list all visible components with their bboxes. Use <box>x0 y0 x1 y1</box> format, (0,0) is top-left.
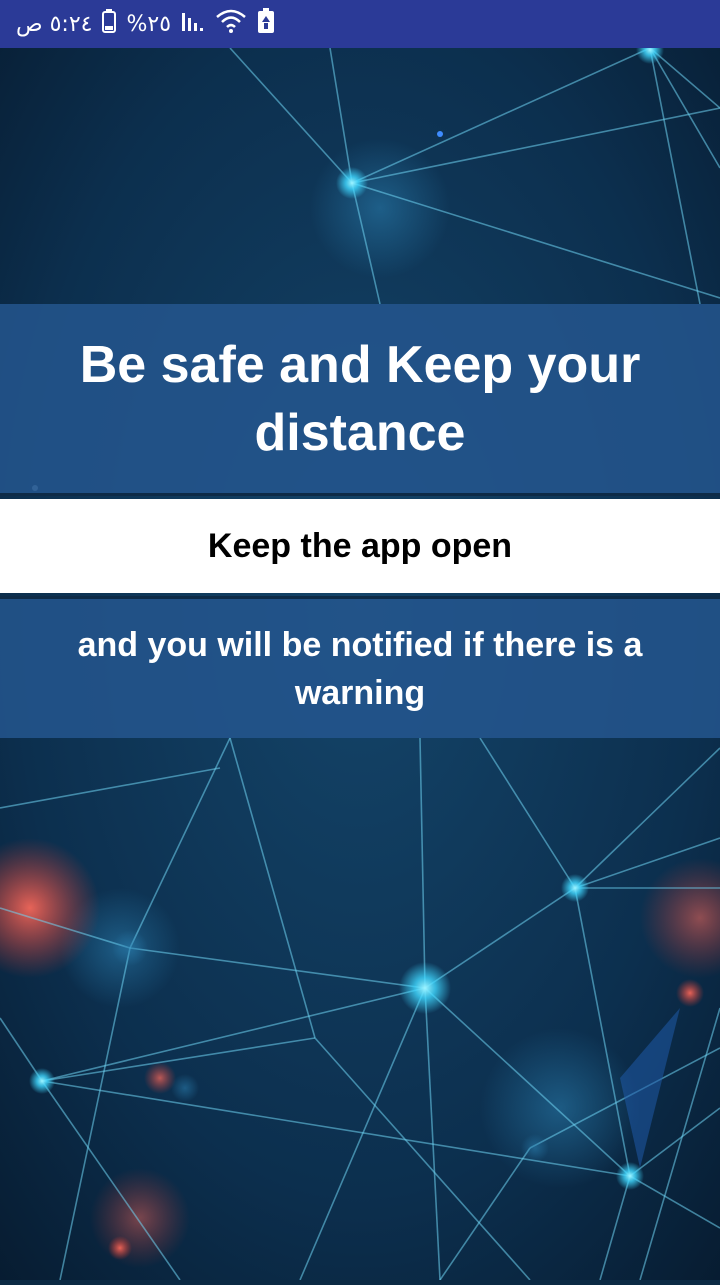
instruction-banner: Keep the app open <box>0 499 720 593</box>
safety-headline-banner: Be safe and Keep your distance <box>0 304 720 496</box>
wifi-icon <box>215 8 247 40</box>
status-time: ٥:٢٤ ص <box>16 11 93 37</box>
battery-percent: %٢٥ <box>126 11 172 37</box>
battery-saver-icon <box>257 8 275 40</box>
notice-banner: and you will be notified if there is a w… <box>0 596 720 738</box>
instruction-text: Keep the app open <box>207 526 513 565</box>
battery-icon <box>102 9 117 39</box>
status-left-group: ٥:٢٤ ص %٢٥ <box>16 8 275 40</box>
signal-icon <box>181 9 205 39</box>
safety-headline: Be safe and Keep your distance <box>79 335 641 462</box>
status-bar: ٥:٢٤ ص %٢٥ <box>0 0 720 48</box>
notice-text: and you will be notified if there is a w… <box>77 625 643 712</box>
